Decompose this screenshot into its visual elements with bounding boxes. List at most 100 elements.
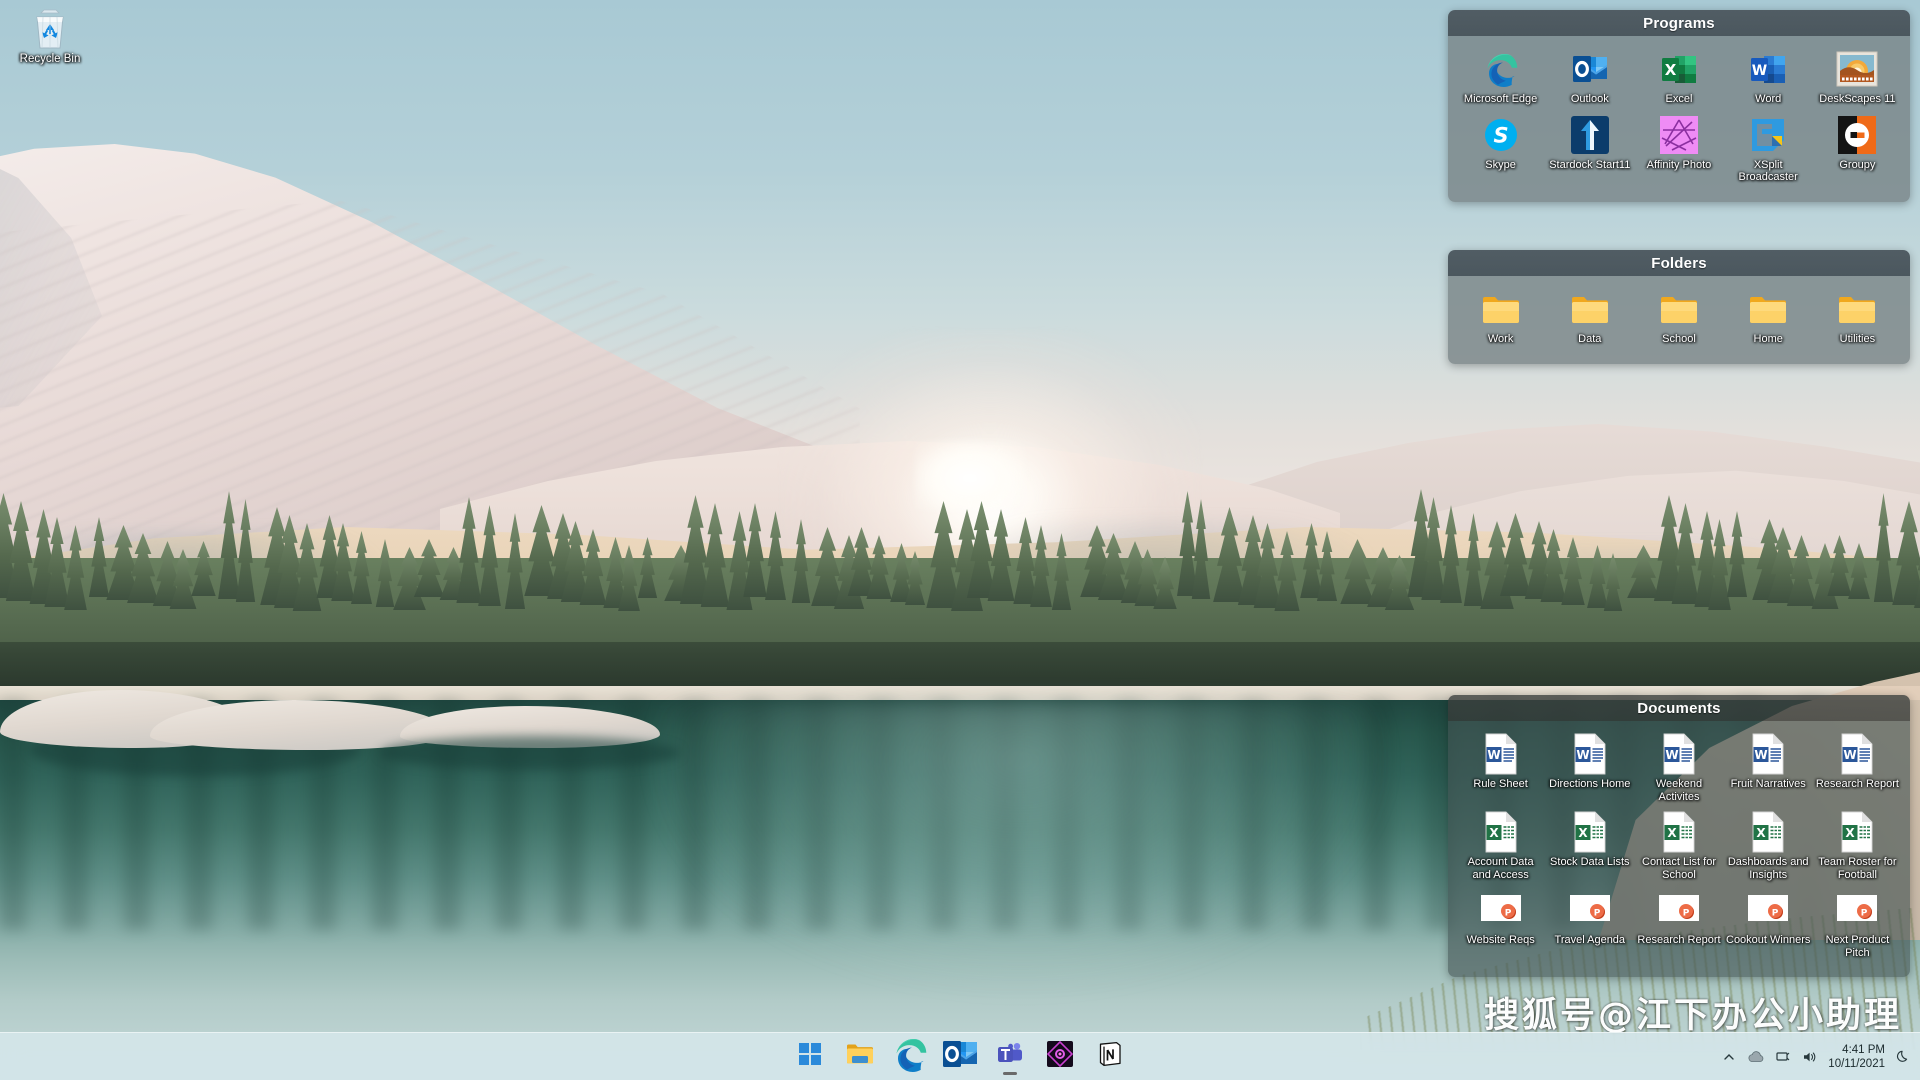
- fence-programs-body: Microsoft Edge Outlook X Excel W Word De…: [1448, 36, 1910, 202]
- fence-item-label: Skype: [1485, 158, 1516, 171]
- fence-folders-grid: Work Data School Home Utilities: [1456, 286, 1902, 352]
- svg-text:W: W: [1755, 748, 1768, 762]
- excel-doc-icon: X: [1546, 811, 1633, 853]
- fence-item-website-reqs[interactable]: P Website Reqs: [1456, 887, 1545, 965]
- fence-item-rule-sheet[interactable]: W Rule Sheet: [1456, 731, 1545, 809]
- fence-item-fruit-narratives[interactable]: W Fruit Narratives: [1724, 731, 1813, 809]
- fence-item-label: DeskScapes 11: [1819, 93, 1896, 105]
- fence-item-account-data-and-access[interactable]: X Account Data and Access: [1456, 809, 1545, 887]
- fence-programs-grid: Microsoft Edge Outlook X Excel W Word De…: [1456, 46, 1902, 190]
- folder-icon: [1546, 289, 1633, 329]
- start-button[interactable]: [790, 1037, 830, 1077]
- fence-item-xsplit-broadcaster[interactable]: XSplit Broadcaster: [1724, 112, 1813, 190]
- groupy-icon: [1814, 115, 1901, 155]
- fence-item-label: Directions Home: [1549, 778, 1631, 790]
- fence-item-label: Travel Agenda: [1554, 934, 1626, 946]
- word-doc-icon: W: [1635, 733, 1722, 775]
- excel-doc-icon: X: [1725, 811, 1812, 853]
- fence-item-dashboards-and-insights[interactable]: X Dashboards and Insights: [1724, 809, 1813, 887]
- fence-item-skype[interactable]: S Skype: [1456, 112, 1545, 190]
- recycle-bin-label: Recycle Bin: [19, 53, 81, 65]
- fence-item-stardock-start11[interactable]: Stardock Start11: [1545, 112, 1634, 190]
- fence-item-directions-home[interactable]: W Directions Home: [1545, 731, 1634, 809]
- word-doc-icon: W: [1814, 733, 1901, 775]
- fence-item-cookout-winners[interactable]: P Cookout Winners: [1724, 887, 1813, 965]
- chevron-up-icon[interactable]: [1720, 1048, 1738, 1066]
- svg-text:W: W: [1487, 748, 1500, 762]
- fence-item-label: Outlook: [1570, 93, 1609, 105]
- dark-diamond-app-icon: [1046, 1040, 1074, 1072]
- fence-item-next-product-pitch[interactable]: P Next Product Pitch: [1813, 887, 1902, 965]
- windows-start-icon: [798, 1042, 822, 1071]
- fence-item-research-report[interactable]: P Research Report: [1634, 887, 1723, 965]
- cloud-icon[interactable]: [1747, 1048, 1765, 1066]
- recycle-bin-icon: [8, 6, 92, 50]
- clock-date: 10/11/2021: [1828, 1057, 1885, 1070]
- recycle-bin[interactable]: Recycle Bin: [8, 6, 92, 65]
- fence-item-label: Stardock Start11: [1549, 158, 1631, 171]
- fence-item-research-report[interactable]: W Research Report: [1813, 731, 1902, 809]
- taskbar: 4:41 PM 10/11/2021: [0, 1032, 1920, 1080]
- speaker-icon[interactable]: [1801, 1048, 1819, 1066]
- fence-item-word[interactable]: W Word: [1724, 46, 1813, 112]
- fence-item-label: Website Reqs: [1466, 934, 1535, 946]
- taskbar-buttons: [790, 1037, 1130, 1077]
- svg-text:P: P: [1772, 909, 1779, 919]
- edge-button[interactable]: [890, 1037, 930, 1077]
- fence-item-contact-list-for-school[interactable]: X Contact List for School: [1634, 809, 1723, 887]
- fence-item-weekend-activites[interactable]: W Weekend Activites: [1634, 731, 1723, 809]
- file-explorer-button[interactable]: [840, 1037, 880, 1077]
- fence-item-label: Contact List for School: [1642, 856, 1716, 881]
- svg-text:P: P: [1504, 909, 1511, 919]
- powerpoint-doc-icon: P: [1814, 890, 1901, 930]
- folder-icon: [1635, 289, 1722, 329]
- outlook-button[interactable]: [940, 1037, 980, 1077]
- wifi-icon[interactable]: [1774, 1048, 1792, 1066]
- svg-text:X: X: [1665, 61, 1677, 79]
- fence-programs[interactable]: Programs Microsoft Edge Outlook X Excel …: [1448, 10, 1910, 202]
- svg-text:X: X: [1667, 826, 1677, 840]
- fence-item-data[interactable]: Data: [1545, 286, 1634, 352]
- word-doc-icon: W: [1546, 733, 1633, 775]
- obs-button[interactable]: [1040, 1037, 1080, 1077]
- fence-item-excel[interactable]: X Excel: [1634, 46, 1723, 112]
- fence-item-label: Research Report: [1815, 778, 1899, 790]
- fence-item-label: Data: [1578, 333, 1602, 345]
- teams-button[interactable]: [990, 1037, 1030, 1077]
- fence-item-stock-data-lists[interactable]: X Stock Data Lists: [1545, 809, 1634, 887]
- fence-item-outlook[interactable]: Outlook: [1545, 46, 1634, 112]
- word-doc-icon: W: [1457, 733, 1544, 775]
- affinity-photo-icon: [1635, 115, 1722, 155]
- fence-item-groupy[interactable]: Groupy: [1813, 112, 1902, 190]
- excel-doc-icon: X: [1814, 811, 1901, 853]
- fence-item-microsoft-edge[interactable]: Microsoft Edge: [1456, 46, 1545, 112]
- skype-icon: S: [1457, 115, 1544, 155]
- notion-button[interactable]: [1090, 1037, 1130, 1077]
- outlook-icon: [1546, 49, 1633, 89]
- taskbar-running-indicator: [1003, 1071, 1017, 1075]
- wallpaper-lake-haze: [640, 700, 1400, 1000]
- clock-time: 4:41 PM: [1842, 1043, 1885, 1056]
- svg-text:W: W: [1576, 748, 1589, 762]
- fence-documents[interactable]: Documents W Rule Sheet W Directions Home…: [1448, 695, 1910, 977]
- fence-item-team-roster-for-football[interactable]: X Team Roster for Football: [1813, 809, 1902, 887]
- fence-item-work[interactable]: Work: [1456, 286, 1545, 352]
- powerpoint-doc-icon: P: [1635, 890, 1722, 930]
- fence-documents-grid: W Rule Sheet W Directions Home W Weekend…: [1456, 731, 1902, 965]
- svg-text:X: X: [1757, 826, 1767, 840]
- fence-item-deskscapes-11[interactable]: DeskScapes 11: [1813, 46, 1902, 112]
- fence-item-school[interactable]: School: [1634, 286, 1723, 352]
- fence-item-label: Utilities: [1839, 333, 1876, 345]
- fence-item-label: Work: [1487, 333, 1514, 345]
- svg-text:W: W: [1752, 63, 1767, 79]
- word-doc-icon: W: [1725, 733, 1812, 775]
- deskscapes-icon: [1814, 49, 1901, 89]
- moon-icon[interactable]: [1894, 1048, 1912, 1066]
- taskbar-clock[interactable]: 4:41 PM 10/11/2021: [1828, 1043, 1885, 1071]
- fence-item-utilities[interactable]: Utilities: [1813, 286, 1902, 352]
- fence-item-travel-agenda[interactable]: P Travel Agenda: [1545, 887, 1634, 965]
- fence-item-home[interactable]: Home: [1724, 286, 1813, 352]
- fence-item-affinity-photo[interactable]: Affinity Photo: [1634, 112, 1723, 190]
- fence-folders-body: Work Data School Home Utilities: [1448, 276, 1910, 364]
- fence-folders[interactable]: Folders Work Data School Home Utilities: [1448, 250, 1910, 364]
